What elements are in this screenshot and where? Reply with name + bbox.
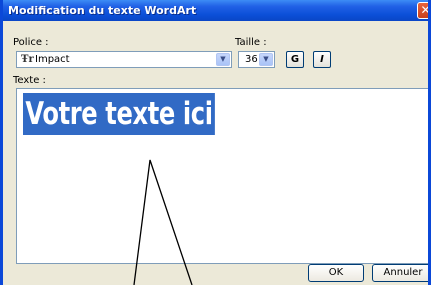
bold-button[interactable]: G bbox=[286, 51, 304, 68]
chevron-down-icon[interactable]: ▼ bbox=[259, 53, 273, 66]
title-bar[interactable]: Modification du texte WordArt ✕ bbox=[3, 0, 428, 21]
selected-text: Votre texte ici bbox=[23, 93, 215, 135]
text-input[interactable]: Votre texte ici bbox=[16, 88, 428, 264]
chevron-down-icon[interactable]: ▼ bbox=[216, 53, 230, 66]
close-icon[interactable]: ✕ bbox=[417, 2, 428, 19]
font-value: Impact bbox=[35, 54, 70, 65]
font-select[interactable]: Ŧr Impact ▼ bbox=[16, 51, 232, 68]
size-select[interactable]: 36 ▼ bbox=[238, 51, 275, 68]
size-label: Taille : bbox=[235, 37, 267, 48]
truetype-font-icon: Ŧr bbox=[21, 54, 34, 65]
ok-button[interactable]: OK bbox=[308, 264, 364, 282]
italic-button[interactable]: I bbox=[313, 51, 331, 68]
size-value: 36 bbox=[245, 54, 258, 65]
text-label: Texte : bbox=[13, 75, 46, 86]
cancel-button[interactable]: Annuler bbox=[372, 264, 428, 282]
wordart-edit-dialog: Modification du texte WordArt ✕ Police :… bbox=[0, 0, 431, 285]
font-label: Police : bbox=[13, 37, 49, 48]
dialog-title: Modification du texte WordArt bbox=[8, 4, 197, 17]
